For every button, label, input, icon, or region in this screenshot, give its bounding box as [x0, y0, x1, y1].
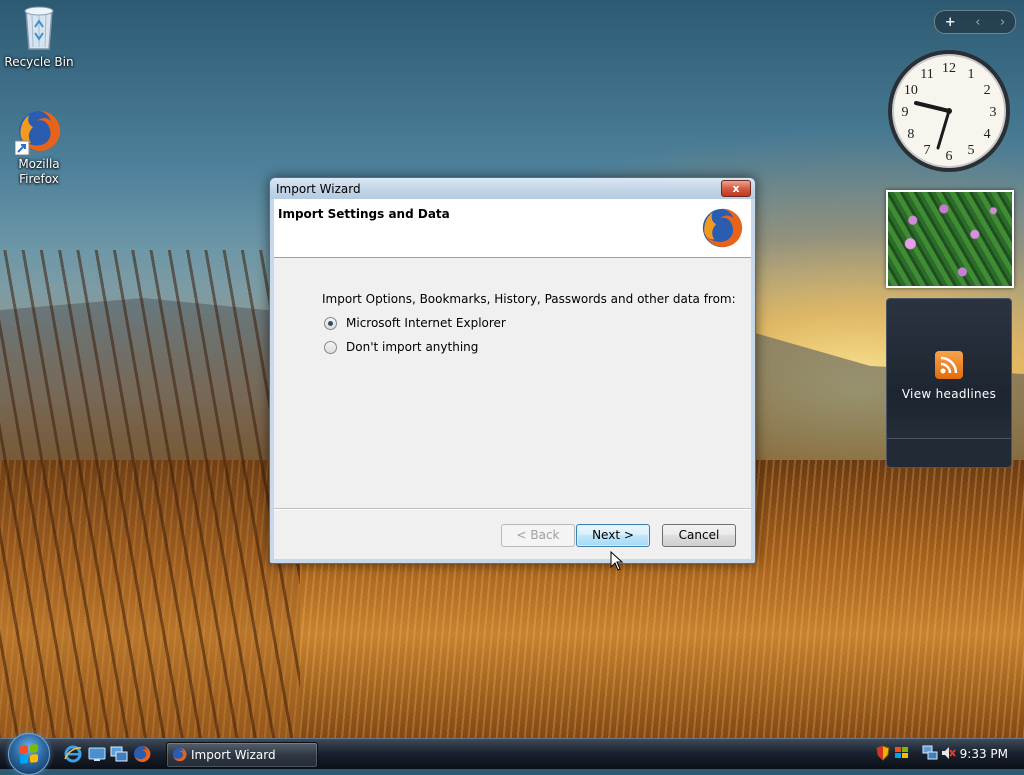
footer-divider [274, 508, 751, 510]
clock-numeral: 3 [990, 105, 997, 120]
slideshow-gadget[interactable] [886, 190, 1014, 288]
system-clock[interactable]: 9:33 PM [960, 747, 1008, 761]
clock-numeral: 4 [984, 127, 991, 142]
clock-numeral: 10 [904, 83, 918, 98]
show-desktop-icon[interactable] [88, 745, 106, 763]
import-prompt: Import Options, Bookmarks, History, Pass… [322, 292, 736, 306]
option-internet-explorer[interactable]: Microsoft Internet Explorer [324, 316, 506, 330]
clock-numeral: 11 [920, 67, 933, 82]
close-button[interactable]: x [721, 180, 751, 197]
clock-numeral: 9 [902, 105, 909, 120]
radio-button[interactable] [324, 340, 337, 354]
feeds-gadget[interactable]: View headlines [886, 298, 1012, 468]
feeds-footer [887, 438, 1011, 467]
clock-numeral: 7 [924, 143, 931, 158]
sidebar-controls: + ‹ › [934, 10, 1016, 34]
sidebar-add-button[interactable]: + [945, 15, 956, 30]
feeds-label[interactable]: View headlines [887, 387, 1011, 401]
firefox-logo-icon [702, 208, 743, 248]
firefox-small-icon [172, 747, 187, 762]
import-wizard-dialog: Import Wizard x Import Settings and Data… [269, 177, 756, 571]
firefox-quicklaunch-icon[interactable] [133, 745, 151, 763]
start-button[interactable] [8, 733, 50, 775]
rss-icon [935, 351, 963, 379]
security-shield-icon[interactable] [876, 745, 890, 761]
clock-numeral: 8 [907, 127, 914, 142]
desktop-icon-recycle-bin[interactable]: Recycle Bin [1, 3, 77, 70]
taskbar-button-label: Import Wizard [191, 748, 276, 762]
dialog-client: Import Settings and Data Import Options,… [274, 199, 751, 571]
firefox-icon [15, 110, 61, 155]
next-button[interactable]: Next > [576, 524, 650, 547]
sidebar-prev-button[interactable]: ‹ [975, 15, 980, 30]
clock-gadget[interactable]: 12 12 3 45678 9 1011 [886, 48, 1012, 174]
sidebar-next-button[interactable]: › [1000, 15, 1005, 30]
internet-explorer-icon[interactable] [64, 745, 82, 763]
switch-windows-icon[interactable] [110, 745, 128, 763]
radio-button-checked[interactable] [324, 316, 337, 330]
option-dont-import[interactable]: Don't import anything [324, 340, 478, 354]
option-label[interactable]: Microsoft Internet Explorer [346, 316, 506, 330]
recycle-bin-icon [24, 6, 54, 50]
wallpaper-grass [0, 250, 300, 750]
title-bar[interactable]: Import Wizard x [270, 178, 755, 199]
desktop-icon-label: Recycle Bin [4, 55, 74, 69]
volume-muted-icon[interactable] [940, 745, 956, 761]
wizard-heading: Import Settings and Data [278, 207, 450, 221]
desktop-icon-label: Mozilla Firefox [18, 157, 60, 186]
clock-numeral: 12 [942, 61, 956, 76]
mouse-pointer-icon [610, 551, 624, 571]
taskbar: Import Wizard 9:33 PM [0, 733, 1024, 775]
notification-area: 9:33 PM [872, 739, 1024, 769]
cancel-button[interactable]: Cancel [662, 524, 736, 547]
clock-numeral: 6 [946, 149, 953, 164]
taskbar-button-import-wizard[interactable]: Import Wizard [166, 742, 318, 768]
desktop-icon-firefox[interactable]: Mozilla Firefox [1, 107, 77, 187]
network-icon[interactable] [922, 745, 938, 761]
wizard-header: Import Settings and Data [274, 199, 751, 258]
back-button[interactable]: < Back [501, 524, 575, 547]
windows-logo-icon [20, 744, 38, 764]
window-title: Import Wizard [276, 182, 361, 196]
clock-numeral: 5 [968, 143, 975, 158]
windows-update-icon[interactable] [894, 745, 910, 761]
clock-numeral: 2 [984, 83, 991, 98]
option-label[interactable]: Don't import anything [346, 340, 478, 354]
clock-numeral: 1 [968, 67, 975, 82]
